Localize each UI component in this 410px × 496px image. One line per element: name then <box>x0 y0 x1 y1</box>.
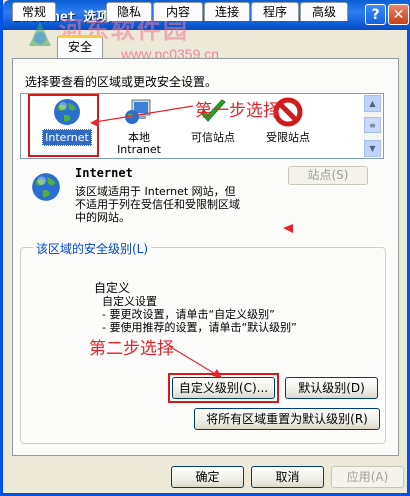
step2-annotation: 第二步选择 <box>89 339 174 359</box>
step1-highlight-box <box>28 94 99 157</box>
tab-general[interactable]: 常规 <box>12 2 56 21</box>
ok-button[interactable]: 确定 <box>171 466 244 488</box>
tab-security[interactable]: 安全 <box>57 35 103 58</box>
watermark-logo-icon <box>29 22 51 46</box>
computer-icon <box>125 99 151 124</box>
help-button[interactable]: ? <box>365 4 386 25</box>
scroll-up-button[interactable]: ▲ <box>364 95 381 112</box>
tab-connections[interactable]: 连接 <box>204 2 250 21</box>
cancel-button[interactable]: 取消 <box>251 466 324 488</box>
globe-icon <box>32 173 60 201</box>
close-button[interactable]: ✕ <box>388 4 409 25</box>
sites-button[interactable]: 站点(S) <box>288 166 368 185</box>
zone-intranet-label: 本地 Intranet <box>117 131 161 156</box>
step1-annotation: 第一步选择 <box>195 101 280 121</box>
tab-privacy[interactable]: 隐私 <box>106 2 152 21</box>
zone-local-intranet[interactable]: 本地 Intranet <box>103 94 175 158</box>
security-level-group-title: 该区域的安全级别(L) <box>33 240 152 257</box>
default-level-button[interactable]: 默认级别(D) <box>285 377 378 399</box>
tab-content[interactable]: 内容 <box>153 2 203 21</box>
zone-instruction: 选择要查看的区域或更改安全设置。 <box>25 75 218 89</box>
reset-all-zones-button[interactable]: 将所有区域重置为默认级别(R) <box>194 408 380 430</box>
scroll-down-button[interactable]: ▼ <box>364 140 381 157</box>
step2-highlight-box <box>168 373 279 403</box>
zone-list-scrollbar[interactable]: ▲ ≡ ▼ <box>364 95 381 157</box>
internet-options-window: Internet 选项 ? ✕ 河东软件园 www.pc0359.cn 常规 安… <box>0 0 410 496</box>
tab-advanced[interactable]: 高级 <box>300 2 348 21</box>
zone-restricted-label: 受限站点 <box>266 131 310 144</box>
scroll-thumb[interactable]: ≡ <box>364 117 381 133</box>
zone-description-line3: 中的网站。 <box>75 211 130 224</box>
zone-detail-title: Internet <box>75 166 133 180</box>
custom-line3: - 要使用推荐的设置，请单击“默认级别” <box>102 321 297 334</box>
zone-trusted-label: 可信站点 <box>191 131 235 144</box>
tab-programs[interactable]: 程序 <box>251 2 299 21</box>
apply-button[interactable]: 应用(A) <box>331 466 404 488</box>
